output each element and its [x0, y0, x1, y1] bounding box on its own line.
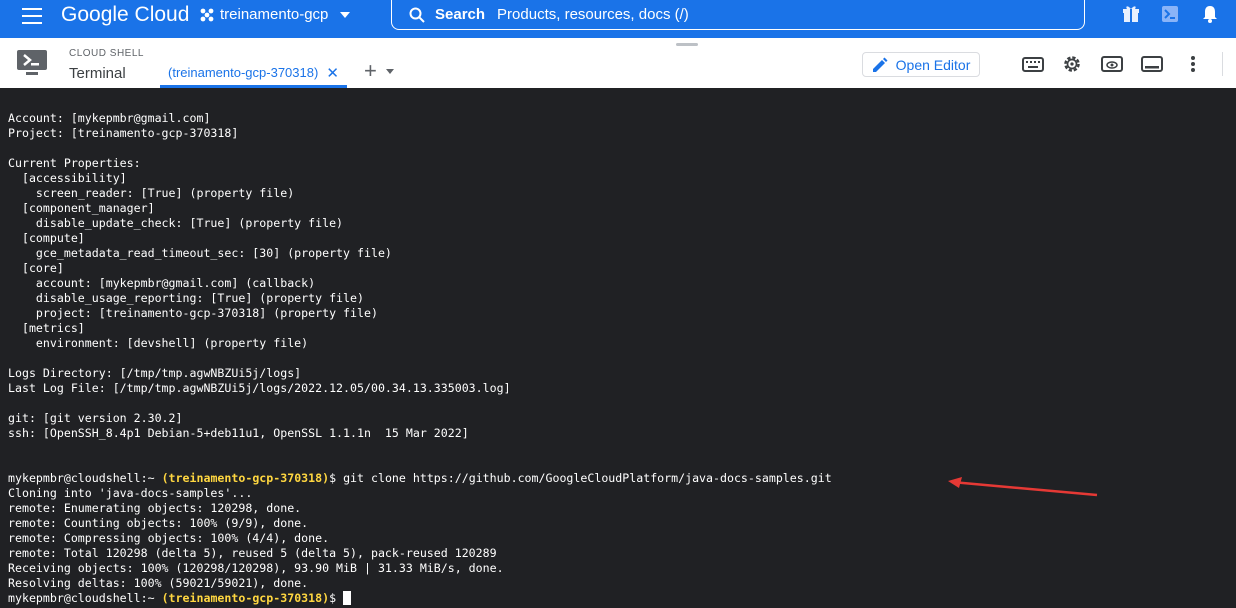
- prompt-suffix: $: [329, 591, 337, 605]
- tab-label: (treinamento-gcp-370318): [168, 65, 319, 80]
- search-bar[interactable]: Search Products, resources, docs (/): [391, 0, 1085, 30]
- prompt-user: mykepmbr@cloudshell:~: [8, 471, 155, 485]
- terminal-line: gce_metadata_read_timeout_sec: [30] (pro…: [8, 246, 392, 260]
- terminal-line: [component_manager]: [8, 201, 155, 215]
- cloud-shell-icon: [17, 50, 47, 75]
- gift-icon[interactable]: [1123, 5, 1139, 23]
- terminal-line: Account: [mykepmbr@gmail.com]: [8, 111, 211, 125]
- open-editor-label: Open Editor: [895, 56, 971, 73]
- terminal-line: git: [git version 2.30.2]: [8, 411, 183, 425]
- terminal-line: Logs Directory: [/tmp/tmp.agwNBZUi5j/log…: [8, 366, 302, 380]
- terminal-line: environment: [devshell] (property file): [8, 336, 309, 350]
- terminal-line: account: [mykepmbr@gmail.com] (callback): [8, 276, 316, 290]
- terminal-icon[interactable]: [1162, 5, 1178, 23]
- search-label: Search: [435, 6, 486, 23]
- final-prompt-line: mykepmbr@cloudshell:~ (treinamento-gcp-3…: [8, 591, 352, 606]
- annotation-arrow: [948, 477, 1098, 497]
- pencil-icon: [872, 57, 888, 72]
- web-preview-icon[interactable]: [1101, 55, 1123, 73]
- terminal-line: [accessibility]: [8, 171, 127, 185]
- top-app-bar: Google Cloud treinamento-gcp Search Prod…: [0, 0, 1236, 38]
- terminal-line: Project: [treinamento-gcp-370318]: [8, 126, 239, 140]
- cloud-shell-header: CLOUD SHELL Terminal (treinamento-gcp-37…: [0, 38, 1236, 88]
- menu-icon[interactable]: [22, 8, 42, 24]
- command-line: mykepmbr@cloudshell:~ (treinamento-gcp-3…: [8, 471, 832, 486]
- project-picker[interactable]: treinamento-gcp: [200, 6, 356, 24]
- prompt-project: (treinamento-gcp-370318): [161, 591, 330, 605]
- cloud-shell-label: CLOUD SHELL: [69, 48, 144, 59]
- terminal-line: [metrics]: [8, 321, 85, 335]
- terminal-line: project: [treinamento-gcp-370318] (prope…: [8, 306, 378, 320]
- terminal-line: screen_reader: [True] (property file): [8, 186, 295, 200]
- prompt-user: mykepmbr@cloudshell:~: [8, 591, 155, 605]
- google-cloud-logo[interactable]: Google Cloud: [61, 3, 189, 27]
- terminal-line: Last Log File: [/tmp/tmp.agwNBZUi5j/logs…: [8, 381, 511, 395]
- search-placeholder: Products, resources, docs (/): [497, 6, 689, 23]
- output-line: Resolving deltas: 100% (59021/59021), do…: [8, 576, 309, 590]
- terminal-line: [compute]: [8, 231, 85, 245]
- project-name: treinamento-gcp: [220, 6, 329, 23]
- tab-terminal-session[interactable]: (treinamento-gcp-370318) ✕: [160, 60, 347, 88]
- keyboard-icon[interactable]: [1022, 55, 1044, 73]
- terminal-line: [core]: [8, 261, 64, 275]
- output-line: remote: Enumerating objects: 120298, don…: [8, 501, 302, 515]
- close-icon[interactable]: ✕: [326, 64, 339, 82]
- resize-handle[interactable]: [676, 43, 698, 46]
- chevron-down-icon[interactable]: [386, 69, 394, 74]
- add-tab-icon[interactable]: +: [364, 60, 377, 82]
- output-line: remote: Compressing objects: 100% (4/4),…: [8, 531, 330, 545]
- toolbar-divider: [1222, 52, 1223, 76]
- minimize-icon[interactable]: [1141, 55, 1163, 73]
- terminal-line: ssh: [OpenSSH_8.4p1 Debian-5+deb11u1, Op…: [8, 426, 469, 440]
- terminal-title: Terminal: [69, 65, 126, 82]
- search-icon: [409, 7, 425, 23]
- prompt-project: (treinamento-gcp-370318): [161, 471, 330, 485]
- git-clone-command: $ git clone https://github.com/GoogleClo…: [329, 471, 832, 485]
- more-vert-icon[interactable]: [1182, 55, 1204, 73]
- notifications-icon[interactable]: [1203, 5, 1217, 23]
- project-dots-icon: [200, 8, 214, 22]
- chevron-down-icon: [340, 12, 351, 18]
- settings-icon[interactable]: [1061, 55, 1083, 73]
- output-line: remote: Total 120298 (delta 5), reused 5…: [8, 546, 497, 560]
- terminal-line: disable_update_check: [True] (property f…: [8, 216, 344, 230]
- terminal-line: disable_usage_reporting: [True] (propert…: [8, 291, 364, 305]
- open-editor-button[interactable]: Open Editor: [862, 52, 980, 77]
- output-line: remote: Counting objects: 100% (9/9), do…: [8, 516, 309, 530]
- terminal-output[interactable]: Account: [mykepmbr@gmail.com] Project: [t…: [0, 88, 1236, 608]
- output-line: Cloning into 'java-docs-samples'...: [8, 486, 253, 500]
- terminal-cursor: [343, 591, 352, 605]
- terminal-line: Current Properties:: [8, 156, 141, 170]
- output-line: Receiving objects: 100% (120298/120298),…: [8, 561, 504, 575]
